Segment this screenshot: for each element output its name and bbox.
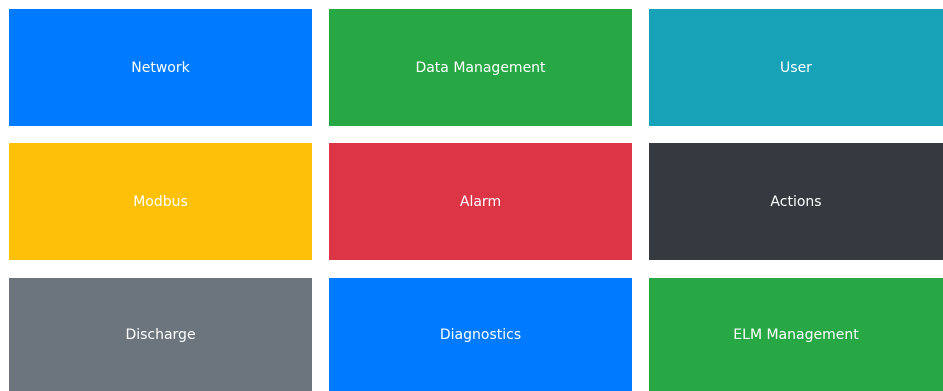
discharge-tile[interactable]: Discharge — [9, 278, 312, 391]
diagnostics-tile[interactable]: Diagnostics — [329, 278, 632, 391]
elm-management-label: ELM Management — [733, 326, 859, 343]
user-tile[interactable]: User — [649, 9, 943, 126]
network-label: Network — [131, 59, 190, 76]
menu-tile-grid: Network Data Management User Modbus Alar… — [0, 0, 943, 391]
modbus-label: Modbus — [133, 193, 188, 210]
data-management-label: Data Management — [415, 59, 546, 76]
alarm-tile[interactable]: Alarm — [329, 143, 632, 260]
data-management-tile[interactable]: Data Management — [329, 9, 632, 126]
elm-management-tile[interactable]: ELM Management — [649, 278, 943, 391]
actions-tile[interactable]: Actions — [649, 143, 943, 260]
network-tile[interactable]: Network — [9, 9, 312, 126]
actions-label: Actions — [770, 193, 822, 210]
modbus-tile[interactable]: Modbus — [9, 143, 312, 260]
diagnostics-label: Diagnostics — [439, 326, 522, 343]
discharge-label: Discharge — [125, 326, 196, 343]
alarm-label: Alarm — [459, 193, 502, 210]
user-label: User — [780, 59, 812, 76]
